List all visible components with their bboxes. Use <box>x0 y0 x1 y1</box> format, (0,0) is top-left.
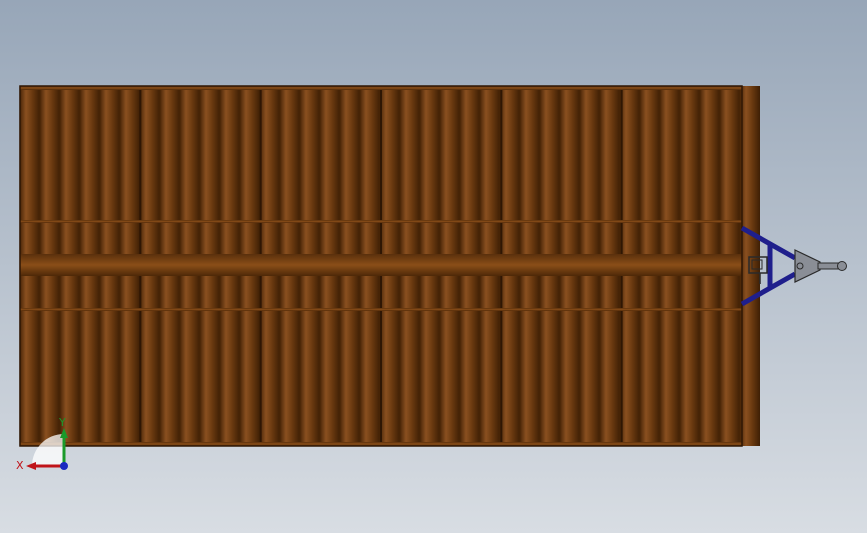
band <box>20 308 742 311</box>
triad-y-label: Y <box>58 416 66 429</box>
band <box>20 220 742 223</box>
triad-x-arrowhead <box>26 462 36 470</box>
graphics-viewport[interactable]: Y X <box>0 0 867 533</box>
band <box>20 254 742 276</box>
triad-z-axis <box>60 462 68 470</box>
drawbar <box>817 262 841 270</box>
triad-x-label: X <box>16 459 24 472</box>
model-view[interactable]: Y X <box>0 0 867 533</box>
hitch-plate <box>794 249 821 283</box>
ridge <box>740 86 760 446</box>
hitch-ball <box>837 261 847 271</box>
trailer-body[interactable] <box>19 85 760 447</box>
